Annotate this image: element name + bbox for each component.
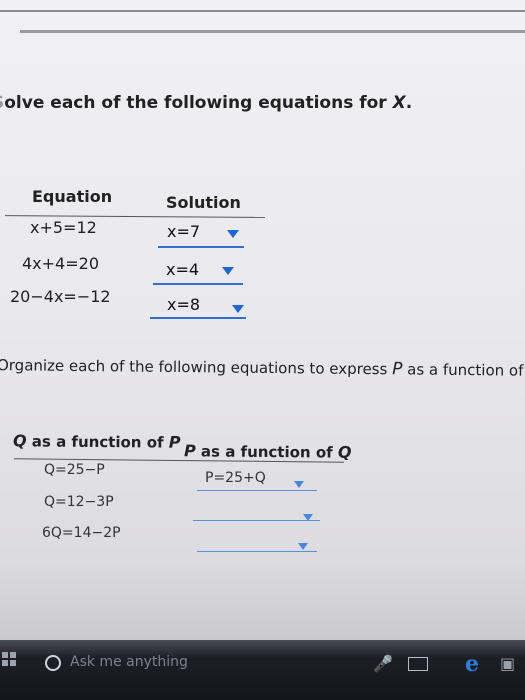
table2-equation-1: Q=25−P — [44, 462, 105, 478]
table2-header-left-var2: P — [168, 432, 181, 452]
windows-start-icon[interactable] — [2, 652, 16, 666]
table2-equation-3: 6Q=14−2P — [42, 525, 121, 541]
question-1-variable: X — [392, 93, 406, 113]
table1-equation-1: x+5=12 — [30, 218, 97, 237]
taskbar-search-input[interactable]: Ask me anything — [70, 654, 188, 670]
table2-answer-3-dropdown[interactable] — [197, 551, 317, 552]
header-divider — [20, 30, 525, 33]
question-2-text-before: Organize each of the following equations… — [0, 356, 388, 379]
chevron-down-icon[interactable] — [227, 230, 239, 238]
table2-header-right: P as a function of Q — [184, 441, 352, 461]
table2-header-right-var: P — [183, 441, 196, 461]
table2-equation-2: Q=12−3P — [44, 494, 114, 510]
task-view-icon[interactable] — [408, 657, 428, 671]
cortana-icon[interactable] — [45, 655, 61, 671]
table1-header-solution: Solution — [166, 193, 241, 212]
table2-answer-1[interactable]: P=25+Q — [205, 470, 266, 486]
table2-answer-2-dropdown[interactable] — [193, 520, 320, 521]
table1-equation-2: 4x+4=20 — [22, 254, 99, 273]
chevron-down-icon[interactable] — [294, 481, 304, 488]
table1-answer-2[interactable]: x=4 — [166, 260, 199, 279]
question-1-text: olve each of the following equations for — [4, 93, 387, 113]
file-explorer-icon[interactable]: ▣ — [500, 654, 515, 673]
table1-answer-3[interactable]: x=8 — [167, 295, 200, 314]
question-2: Organize each of the following equations… — [0, 355, 525, 381]
table2-header-right-var2: Q — [337, 442, 352, 462]
chevron-down-icon[interactable] — [222, 267, 234, 275]
table1-header-equation: Equation — [32, 187, 113, 206]
question-2-var-p: P — [392, 359, 403, 380]
table2-header-left-var: Q — [12, 431, 27, 451]
table1-answer-2-underline — [153, 283, 243, 285]
table2-header-left: Q as a function of P — [13, 431, 181, 451]
question-1: Solve each of the following equations fo… — [0, 93, 412, 113]
table1-answer-1[interactable]: x=7 — [167, 222, 200, 241]
table2-header-right-text: as a function of — [200, 442, 333, 462]
edge-browser-icon[interactable]: e — [465, 651, 479, 677]
chevron-down-icon[interactable] — [298, 543, 308, 550]
microphone-icon[interactable]: 🎤 — [373, 654, 393, 673]
table1-answer-3-underline — [150, 317, 246, 319]
table1-equation-3: 20−4x=−12 — [10, 287, 111, 306]
table2-header-left-text: as a function of — [31, 432, 164, 452]
question-1-period: . — [405, 93, 413, 113]
question-1-lead-glyph: S — [0, 93, 4, 113]
taskbar: Ask me anything 🎤 e ▣ — [0, 640, 525, 700]
table2-answer-1-underline — [197, 490, 317, 491]
table1-answer-1-underline — [158, 246, 244, 248]
question-2-text-middle: as a function of — [407, 360, 524, 380]
chevron-down-icon[interactable] — [232, 305, 244, 313]
window-top-border — [0, 0, 525, 12]
